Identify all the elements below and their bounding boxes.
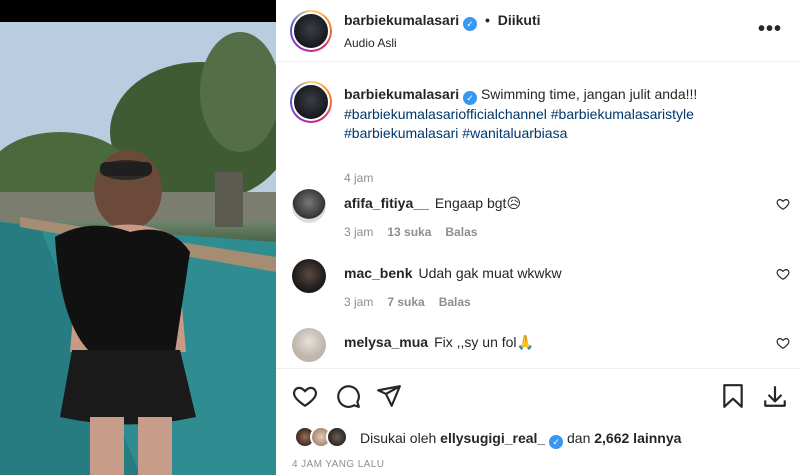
- heart-icon[interactable]: [776, 197, 790, 211]
- more-horizontal-icon[interactable]: •••: [758, 18, 782, 41]
- comment-meta: 3 jam 7 suka Balas: [344, 295, 485, 309]
- caption-time: 4 jam: [344, 171, 374, 185]
- commenter-username[interactable]: mac_benk: [344, 265, 412, 281]
- post-media[interactable]: [0, 0, 276, 475]
- comment-text: melysa_mua Fix ,,sy un fol🙏: [344, 334, 534, 351]
- comments-list[interactable]: barbiekumalasari ✓ Swimming time, jangan…: [276, 63, 800, 367]
- post-video[interactable]: [0, 22, 276, 475]
- reply-button[interactable]: Balas: [439, 295, 471, 309]
- header-separator: •: [484, 12, 490, 28]
- comment-text: mac_benk Udah gak muat wkwkw: [344, 265, 562, 281]
- liker-avatars[interactable]: [294, 426, 350, 448]
- caption-username[interactable]: barbiekumalasari: [344, 86, 459, 102]
- likes-text: Disukai oleh ellysugigi_real_ ✓ dan 2,66…: [360, 430, 681, 449]
- commenter-avatar[interactable]: [292, 328, 326, 362]
- post-details-pane: barbiekumalasari ✓ • Diikuti Audio Asli …: [276, 0, 800, 475]
- comment-meta: 3 jam 13 suka Balas: [344, 225, 491, 239]
- caption-author-avatar[interactable]: [290, 81, 332, 123]
- commenter-username[interactable]: afifa_fitiya__: [344, 195, 429, 211]
- hashtag-link[interactable]: #wanitaluarbiasa: [462, 125, 567, 141]
- audio-label[interactable]: Audio Asli: [344, 36, 397, 50]
- comment-item: afifa_fitiya__ Engaap bgt😥 3 jam 13 suka Ba…: [290, 189, 790, 249]
- likes-prefix: Disukai oleh: [360, 430, 437, 446]
- author-avatar[interactable]: [290, 10, 332, 52]
- send-icon[interactable]: [376, 383, 402, 409]
- likes-connector: dan: [567, 430, 591, 446]
- author-username[interactable]: barbiekumalasari: [344, 12, 459, 28]
- hashtag-link[interactable]: #barbiekumalasariofficialchannel: [344, 106, 547, 122]
- post-time-ago: 4 JAM YANG LALU: [292, 459, 385, 470]
- verified-badge-icon: ✓: [463, 91, 478, 105]
- comment-time: 3 jam: [344, 295, 374, 309]
- commenter-avatar[interactable]: [292, 189, 326, 223]
- comment-text: afifa_fitiya__ Engaap bgt😥: [344, 195, 521, 212]
- comment-item: mac_benk Udah gak muat wkwkw 3 jam 7 suka B…: [290, 259, 790, 319]
- reply-button[interactable]: Balas: [445, 225, 477, 239]
- liker-username[interactable]: ellysugigi_real_: [440, 430, 545, 446]
- caption-text: barbiekumalasari ✓ Swimming time, jangan…: [344, 85, 784, 143]
- verified-badge-icon: ✓: [549, 435, 564, 449]
- heart-icon[interactable]: [776, 267, 790, 281]
- comment-item: melysa_mua Fix ,,sy un fol🙏: [290, 328, 790, 367]
- post-action-bar: [276, 368, 800, 424]
- heart-icon[interactable]: [776, 336, 790, 350]
- likes-summary: Disukai oleh ellysugigi_real_ ✓ dan 2,66…: [276, 424, 800, 452]
- likes-count[interactable]: 2,662 lainnya: [594, 430, 681, 446]
- post-header: barbiekumalasari ✓ • Diikuti Audio Asli …: [276, 0, 800, 62]
- comment-body: Engaap bgt😥: [434, 195, 522, 211]
- commenter-avatar[interactable]: [292, 259, 326, 293]
- bookmark-icon[interactable]: [720, 383, 746, 409]
- comment-body: Fix ,,sy un fol🙏: [434, 334, 534, 350]
- comment-body: Udah gak muat wkwkw: [418, 265, 562, 281]
- hashtag-link[interactable]: #barbiekumalasaristyle: [551, 106, 694, 122]
- comment-likes[interactable]: 7 suka: [387, 295, 424, 309]
- verified-badge-icon: ✓: [463, 17, 478, 31]
- caption-body: Swimming time, jangan julit anda!!!: [480, 86, 698, 102]
- liker-avatar[interactable]: [326, 426, 348, 448]
- comment-time: 3 jam: [344, 225, 374, 239]
- video-frame-illustration: [0, 22, 276, 475]
- comment-icon[interactable]: [335, 383, 361, 409]
- hashtag-link[interactable]: #barbiekumalasari: [344, 125, 458, 141]
- follow-status-button[interactable]: Diikuti: [498, 12, 541, 28]
- comment-likes[interactable]: 13 suka: [387, 225, 431, 239]
- download-icon[interactable]: [762, 383, 788, 409]
- header-title-row: barbiekumalasari ✓ • Diikuti: [344, 12, 541, 31]
- commenter-username[interactable]: melysa_mua: [344, 334, 428, 350]
- heart-icon[interactable]: [292, 383, 318, 409]
